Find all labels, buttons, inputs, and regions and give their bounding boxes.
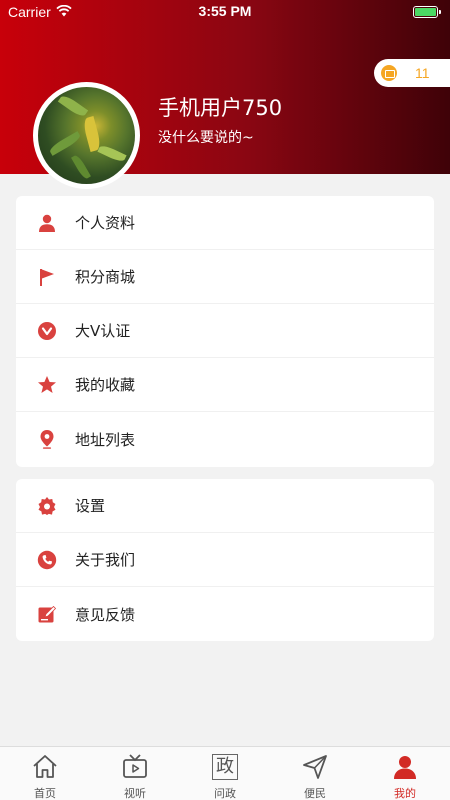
menu-item-label: 积分商城 [75,268,136,286]
menu-item-favorites[interactable]: 我的收藏 [16,358,434,412]
user-profile-icon [394,756,416,779]
home-icon [33,755,57,778]
battery-icon [413,6,441,18]
tab-label: 问政 [214,787,236,800]
username[interactable]: 手机用户750 [158,92,282,122]
tab-label: 首页 [34,787,56,800]
location-pin-icon [40,430,54,449]
user-bio: 没什么要说的~ [158,130,254,146]
menu-item-points-mall[interactable]: 积分商城 [16,250,434,304]
tab-home[interactable]: 首页 [0,747,90,800]
menu-item-profile[interactable]: 个人资料 [16,196,434,250]
phone-icon [37,550,57,570]
menu-item-label: 大V认证 [75,322,131,340]
menu-item-label: 意见反馈 [75,605,136,624]
tab-inquiry[interactable]: 政 问政 [180,747,270,800]
person-icon [39,214,55,232]
verified-v-icon [38,322,56,340]
tab-mine[interactable]: 我的 [360,747,450,800]
coin-icon [381,65,397,81]
tab-label: 视听 [124,787,146,800]
menu-item-label: 我的收藏 [75,376,136,394]
flag-icon [40,269,54,286]
edit-icon [38,605,57,623]
menu-item-address-list[interactable]: 地址列表 [16,412,434,466]
menu-item-label: 个人资料 [75,214,136,232]
menu-item-label: 地址列表 [75,430,136,449]
bottom-tab-bar: 首页 视听 政 问政 便民 我的 [0,746,450,800]
coin-balance-button[interactable]: 11 [374,59,450,87]
menu-item-feedback[interactable]: 意见反馈 [16,587,434,641]
menu-item-about-us[interactable]: 关于我们 [16,533,434,587]
tab-video[interactable]: 视听 [90,747,180,800]
tab-label: 便民 [304,787,326,800]
star-icon [38,376,56,393]
menu-group-primary: 个人资料 积分商城 大V认证 我的收藏 地址列表 [16,196,434,467]
menu-item-settings[interactable]: 设置 [16,479,434,533]
menu-item-label: 关于我们 [75,551,136,569]
paper-plane-icon [303,755,327,779]
tab-label: 我的 [394,787,416,800]
menu-group-secondary: 设置 关于我们 意见反馈 [16,479,434,641]
coin-count: 11 [415,65,430,81]
zheng-icon: 政 [212,754,238,780]
status-time: 3:55 PM [198,3,252,19]
avatar[interactable] [33,82,140,189]
tv-icon [123,754,147,778]
gear-icon [38,497,56,515]
avatar-image [38,87,135,184]
status-bar: Carrier 3:55 PM [0,0,450,24]
menu-item-label: 设置 [75,497,106,515]
tab-services[interactable]: 便民 [270,747,360,800]
menu-item-v-verification[interactable]: 大V认证 [16,304,434,358]
